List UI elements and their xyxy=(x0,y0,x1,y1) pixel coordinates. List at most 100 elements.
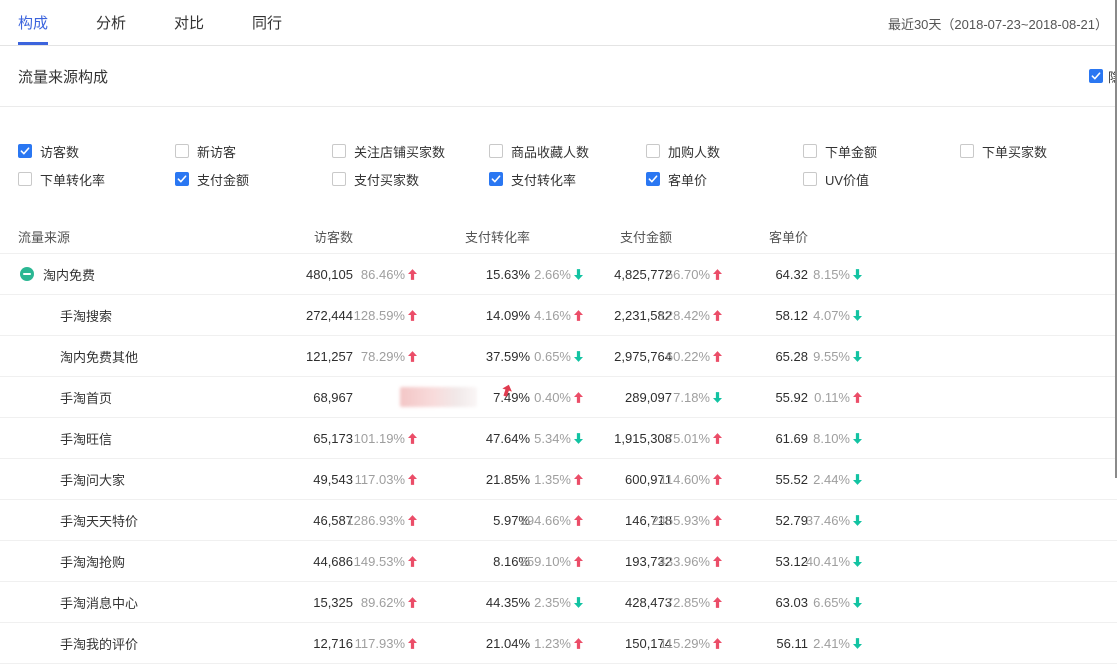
metric-change: 7.18% xyxy=(672,390,722,405)
up-arrow-icon xyxy=(574,515,583,526)
checkbox-unchecked-icon[interactable] xyxy=(803,144,817,158)
up-arrow-icon xyxy=(574,392,583,403)
column-header-2: 支付转化率 xyxy=(417,227,530,246)
up-arrow-icon xyxy=(713,597,722,608)
tabbar: 构成 分析 对比 同行 最近30天（2018-07-23~2018-08-21） xyxy=(0,0,1117,46)
metric-value: 121,257 xyxy=(255,349,353,364)
metric-value: 12,716 xyxy=(255,636,353,651)
metric-value: 4,825,772 xyxy=(583,267,672,282)
up-arrow-icon xyxy=(408,597,417,608)
source-name: 手淘我的评价 xyxy=(60,634,138,653)
source-name: 手淘旺信 xyxy=(60,429,112,448)
checkbox-unchecked-icon[interactable] xyxy=(18,172,32,186)
checkbox-checked-icon[interactable] xyxy=(646,172,660,186)
metric-change: 37.46% xyxy=(808,513,862,528)
checkbox-unchecked-icon[interactable] xyxy=(175,144,189,158)
column-header-3: 支付金额 xyxy=(583,227,672,246)
checkbox-checked-icon[interactable] xyxy=(1089,69,1103,83)
metric-change: 0.40% xyxy=(530,390,583,405)
tab-3[interactable]: 同行 xyxy=(252,0,282,45)
metric-checkbox-1-3[interactable]: 支付转化率 xyxy=(489,165,646,193)
metric-checkbox-0-4[interactable]: 加购人数 xyxy=(646,137,803,165)
metric-checkbox-1-4[interactable]: 客单价 xyxy=(646,165,803,193)
table-row: 手淘消息中心15,32589.62%44.35%2.35%428,47372.8… xyxy=(0,582,1117,623)
metric-change: 433.96% xyxy=(672,554,722,569)
metric-change: 8.10% xyxy=(808,431,862,446)
metric-change: 4.16% xyxy=(530,308,583,323)
down-arrow-icon xyxy=(574,351,583,362)
metric-change: 0.65% xyxy=(530,349,583,364)
checkbox-unchecked-icon[interactable] xyxy=(489,144,503,158)
metric-checkbox-1-2[interactable]: 支付买家数 xyxy=(332,165,489,193)
down-arrow-icon xyxy=(853,556,862,567)
metric-checkbox-label: 加购人数 xyxy=(668,142,720,161)
source-name: 手淘淘抢购 xyxy=(60,552,125,571)
up-arrow-icon xyxy=(713,433,722,444)
metric-checkbox-1-0[interactable]: 下单转化率 xyxy=(18,165,175,193)
metric-change: 101.19% xyxy=(353,431,417,446)
metric-checkbox-0-1[interactable]: 新访客 xyxy=(175,137,332,165)
checkbox-checked-icon[interactable] xyxy=(175,172,189,186)
up-arrow-icon xyxy=(574,310,583,321)
metric-checkbox-0-3[interactable]: 商品收藏人数 xyxy=(489,137,646,165)
metric-change: 117.93% xyxy=(353,636,417,651)
metric-value: 2,975,764 xyxy=(583,349,672,364)
tab-1[interactable]: 分析 xyxy=(96,0,126,45)
source-name: 手淘问大家 xyxy=(60,470,125,489)
tab-2[interactable]: 对比 xyxy=(174,0,204,45)
source-name: 手淘首页 xyxy=(60,388,112,407)
column-header-4: 客单价 xyxy=(722,227,808,246)
checkbox-unchecked-icon[interactable] xyxy=(332,144,346,158)
metric-value: 65,173 xyxy=(255,431,353,446)
up-arrow-icon xyxy=(408,351,417,362)
metric-change: 117.03% xyxy=(353,472,417,487)
metric-value: 289,097 xyxy=(583,390,672,405)
metric-value: 65.28 xyxy=(722,349,808,364)
metric-checkbox-0-0[interactable]: 访客数 xyxy=(18,137,175,165)
down-arrow-icon xyxy=(853,638,862,649)
metric-value: 15.63% xyxy=(417,267,530,282)
metric-checkbox-0-6[interactable]: 下单买家数 xyxy=(960,137,1117,165)
metric-change: 2455.93% xyxy=(672,513,722,528)
up-arrow-icon xyxy=(574,474,583,485)
checkbox-checked-icon[interactable] xyxy=(489,172,503,186)
metric-value: 272,444 xyxy=(255,308,353,323)
metric-checkbox-1-5[interactable]: UV价值 xyxy=(803,165,960,193)
checkbox-unchecked-icon[interactable] xyxy=(332,172,346,186)
column-header-1: 访客数 xyxy=(255,227,353,246)
down-arrow-icon xyxy=(853,515,862,526)
page-title: 流量来源构成 xyxy=(18,66,108,87)
checkbox-unchecked-icon[interactable] xyxy=(960,144,974,158)
down-arrow-icon xyxy=(853,474,862,485)
metric-change: 89.62% xyxy=(353,595,417,610)
table-row: 淘内免费其他121,25778.29%37.59%0.65%2,975,7646… xyxy=(0,336,1117,377)
up-arrow-icon xyxy=(408,474,417,485)
metric-value: 428,473 xyxy=(583,595,672,610)
metric-change: 2.66% xyxy=(530,267,583,282)
checkbox-checked-icon[interactable] xyxy=(18,144,32,158)
collapse-toggle-icon[interactable] xyxy=(20,267,34,281)
down-arrow-icon xyxy=(713,392,722,403)
checkbox-unchecked-icon[interactable] xyxy=(646,144,660,158)
metric-checkbox-0-5[interactable]: 下单金额 xyxy=(803,137,960,165)
date-range-picker[interactable]: 最近30天（2018-07-23~2018-08-21） xyxy=(888,0,1108,46)
checkbox-unchecked-icon[interactable] xyxy=(803,172,817,186)
table-row: 手淘我的评价12,716117.93%21.04%1.23%150,174115… xyxy=(0,623,1117,664)
source-name: 手淘消息中心 xyxy=(60,593,138,612)
up-arrow-icon xyxy=(408,433,417,444)
source-name: 淘内免费 xyxy=(43,265,95,284)
hide-toggle[interactable]: 隐 xyxy=(1089,46,1117,106)
metric-value: 15,325 xyxy=(255,595,353,610)
metric-change: 1286.93% xyxy=(353,513,417,528)
metric-value: 47.64% xyxy=(417,431,530,446)
metric-change: 5.34% xyxy=(530,431,583,446)
down-arrow-icon xyxy=(574,269,583,280)
tab-0[interactable]: 构成 xyxy=(18,0,48,45)
metric-checkbox-1-1[interactable]: 支付金额 xyxy=(175,165,332,193)
metric-checkbox-0-2[interactable]: 关注店铺买家数 xyxy=(332,137,489,165)
table-row: 手淘问大家49,543117.03%21.85%1.35%600,971114.… xyxy=(0,459,1117,500)
metric-checkbox-panel: 访客数新访客关注店铺买家数商品收藏人数 加购人数 下单金额下单买家数下单转化率支付金… xyxy=(0,107,1117,211)
source-name: 手淘搜索 xyxy=(60,306,112,325)
metric-value: 150,174 xyxy=(583,636,672,651)
source-name-cell: 手淘首页 xyxy=(0,388,255,407)
